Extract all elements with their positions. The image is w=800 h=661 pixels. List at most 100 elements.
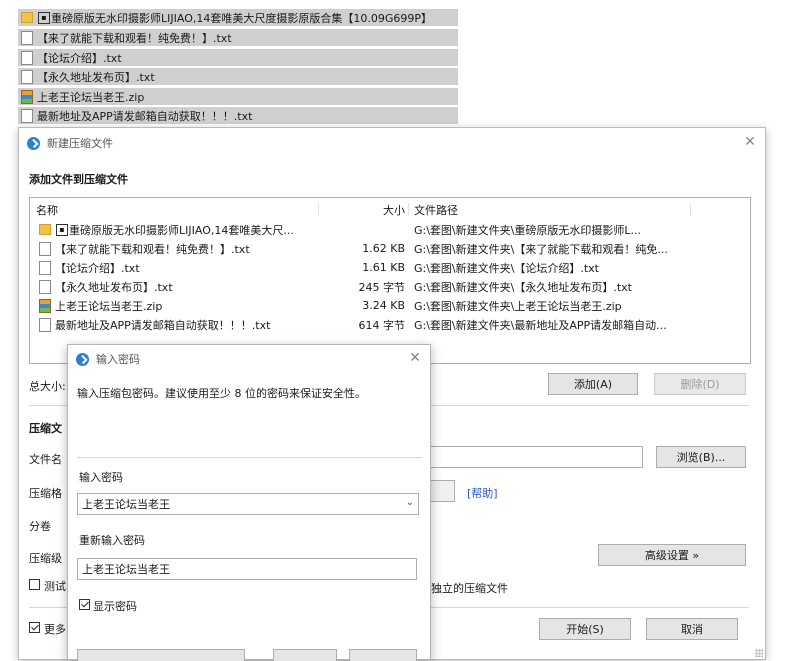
- password-instruction: 输入压缩包密码。建议使用至少 8 位的密码来保证安全性。: [77, 387, 366, 400]
- explorer-row-file[interactable]: 【来了就能下载和观看！纯免费！】.txt: [18, 29, 458, 46]
- column-divider[interactable]: [408, 203, 409, 216]
- file-list-row[interactable]: 最新地址及APP请发邮箱自动获取！！！.txt 614 字节 G:\套图\新建文…: [30, 315, 750, 334]
- file-name: 【论坛介绍】.txt: [55, 261, 140, 275]
- file-path: G:\套图\新建文件夹\最新地址及APP请发邮箱自动...: [414, 318, 667, 332]
- explorer-row-file[interactable]: 上老王论坛当老王.zip: [18, 88, 458, 105]
- chevron-down-icon[interactable]: ⌄: [406, 497, 414, 508]
- folder-icon: [39, 224, 51, 235]
- text-file-icon: [21, 69, 33, 84]
- file-size: 245 字节: [358, 280, 406, 294]
- file-name: 最新地址及APP请发邮箱自动获取！！！.txt: [55, 318, 271, 332]
- section-archive-settings: 压缩文: [29, 422, 62, 435]
- more-checkbox-label: 更多: [44, 623, 66, 636]
- column-header-name[interactable]: 名称: [36, 202, 316, 218]
- window-title: 新建压缩文件: [47, 137, 113, 150]
- divider: [77, 457, 422, 458]
- text-file-icon: [21, 30, 33, 45]
- file-list[interactable]: 名称 大小 文件路径 ▪ 重磅原版无水印摄影师LIJIAO,14套唯美大尺...…: [29, 197, 751, 364]
- ok-button[interactable]: [273, 649, 337, 661]
- file-size: 1.62 KB: [362, 242, 405, 255]
- file-name: 【永久地址发布页】.txt: [55, 280, 173, 294]
- file-size: 3.24 KB: [362, 299, 405, 312]
- explorer-row-label: 【永久地址发布页】.txt: [37, 70, 155, 84]
- reenter-password-value: 上老王论坛当老王: [82, 563, 170, 576]
- explorer-row-folder[interactable]: ▪ 重磅原版无水印摄影师LIJIAO,14套唯美大尺度摄影原版合集【10.09G…: [18, 9, 458, 26]
- cancel-button[interactable]: 取消: [646, 618, 738, 640]
- reenter-password-input[interactable]: 上老王论坛当老王: [77, 558, 417, 580]
- text-file-icon: [39, 279, 51, 294]
- add-button[interactable]: 添加(A): [548, 373, 638, 395]
- text-file-icon: [39, 241, 51, 256]
- app-logo-icon: [27, 136, 40, 150]
- reenter-password-label: 重新输入密码: [79, 534, 145, 547]
- browse-button[interactable]: 浏览(B)...: [656, 446, 746, 468]
- app-logo-icon: [76, 352, 89, 366]
- file-path: G:\套图\新建文件夹\【论坛介绍】.txt: [414, 261, 599, 275]
- show-password-checkbox[interactable]: [79, 599, 90, 610]
- column-divider[interactable]: [690, 203, 691, 216]
- column-divider[interactable]: [318, 203, 319, 216]
- file-path: G:\套图\新建文件夹\【永久地址发布页】.txt: [414, 280, 632, 294]
- advanced-settings-button[interactable]: 高级设置 »: [598, 544, 746, 566]
- start-button[interactable]: 开始(S): [539, 618, 631, 640]
- explorer-row-label: 最新地址及APP请发邮箱自动获取！！！.txt: [37, 109, 253, 123]
- file-name: 重磅原版无水印摄影师LIJIAO,14套唯美大尺...: [69, 223, 294, 237]
- file-list-row[interactable]: ▪ 重磅原版无水印摄影师LIJIAO,14套唯美大尺... G:\套图\新建文件…: [30, 220, 750, 239]
- total-size-label: 总大小:: [29, 380, 66, 393]
- explorer-row-label: 重磅原版无水印摄影师LIJIAO,14套唯美大尺度摄影原版合集【10.09G69…: [51, 11, 432, 25]
- cancel-button[interactable]: [349, 649, 417, 661]
- password-label: 输入密码: [79, 471, 123, 484]
- explorer-row-label: 【来了就能下载和观看！纯免费！】.txt: [37, 31, 232, 45]
- explorer-row-label: 【论坛介绍】.txt: [37, 51, 122, 65]
- filename-label: 文件名: [29, 453, 62, 466]
- file-path: G:\套图\新建文件夹\上老王论坛当老王.zip: [414, 299, 622, 313]
- password-input[interactable]: 上老王论坛当老王 ⌄: [77, 493, 419, 515]
- file-size: 614 字节: [358, 318, 406, 332]
- password-value: 上老王论坛当老王: [82, 498, 170, 511]
- explorer-row-file[interactable]: 最新地址及APP请发邮箱自动获取！！！.txt: [18, 107, 458, 124]
- more-checkbox[interactable]: [29, 622, 40, 633]
- level-label: 压缩级: [29, 552, 62, 565]
- resize-grip-icon[interactable]: [755, 649, 763, 657]
- explorer-row-file[interactable]: 【永久地址发布页】.txt: [18, 68, 458, 85]
- dialog-titlebar[interactable]: 输入密码 ✕: [68, 345, 430, 373]
- dialog-button[interactable]: [77, 649, 245, 661]
- media-tag-icon: ▪: [38, 11, 50, 24]
- column-header-path[interactable]: 文件路径: [414, 202, 704, 218]
- explorer-row-file[interactable]: 【论坛介绍】.txt: [18, 49, 458, 66]
- password-dialog: 输入密码 ✕ 输入压缩包密码。建议使用至少 8 位的密码来保证安全性。 输入密码…: [67, 344, 431, 661]
- test-checkbox-label: 测试: [44, 580, 66, 593]
- close-icon[interactable]: ✕: [743, 135, 757, 149]
- delete-button[interactable]: 删除(D): [654, 373, 746, 395]
- file-list-row[interactable]: 【论坛介绍】.txt 1.61 KB G:\套图\新建文件夹\【论坛介绍】.tx…: [30, 258, 750, 277]
- show-password-label: 显示密码: [93, 600, 137, 613]
- text-file-icon: [21, 50, 33, 65]
- window-titlebar[interactable]: 新建压缩文件 ✕: [19, 128, 765, 158]
- file-list-row[interactable]: 上老王论坛当老王.zip 3.24 KB G:\套图\新建文件夹\上老王论坛当老…: [30, 296, 750, 315]
- text-file-icon: [39, 317, 51, 332]
- independent-archive-text: 独立的压缩文件: [431, 582, 508, 595]
- filename-input[interactable]: [423, 446, 643, 468]
- dialog-title: 输入密码: [96, 353, 140, 366]
- file-list-row[interactable]: 【永久地址发布页】.txt 245 字节 G:\套图\新建文件夹\【永久地址发布…: [30, 277, 750, 296]
- text-file-icon: [39, 260, 51, 275]
- media-tag-icon: ▪: [56, 223, 68, 236]
- file-list-row[interactable]: 【来了就能下载和观看！纯免费！】.txt 1.62 KB G:\套图\新建文件夹…: [30, 239, 750, 258]
- test-checkbox[interactable]: [29, 579, 40, 590]
- split-label: 分卷: [29, 520, 51, 533]
- file-path: G:\套图\新建文件夹\重磅原版无水印摄影师L...: [414, 223, 641, 237]
- file-name: 上老王论坛当老王.zip: [55, 299, 163, 313]
- text-file-icon: [21, 108, 33, 123]
- format-label: 压缩格: [29, 487, 62, 500]
- file-list-header: 名称 大小 文件路径: [30, 200, 750, 219]
- file-size: 1.61 KB: [362, 261, 405, 274]
- column-header-size[interactable]: 大小: [325, 202, 405, 218]
- file-path: G:\套图\新建文件夹\【来了就能下载和观看！纯免...: [414, 242, 668, 256]
- close-icon[interactable]: ✕: [408, 351, 422, 365]
- file-name: 【来了就能下载和观看！纯免费！】.txt: [55, 242, 250, 256]
- folder-icon: [21, 12, 33, 23]
- help-link[interactable]: [帮助]: [467, 485, 498, 501]
- section-add-files: 添加文件到压缩文件: [29, 173, 128, 186]
- explorer-row-label: 上老王论坛当老王.zip: [37, 90, 145, 104]
- zip-file-icon: [21, 89, 33, 104]
